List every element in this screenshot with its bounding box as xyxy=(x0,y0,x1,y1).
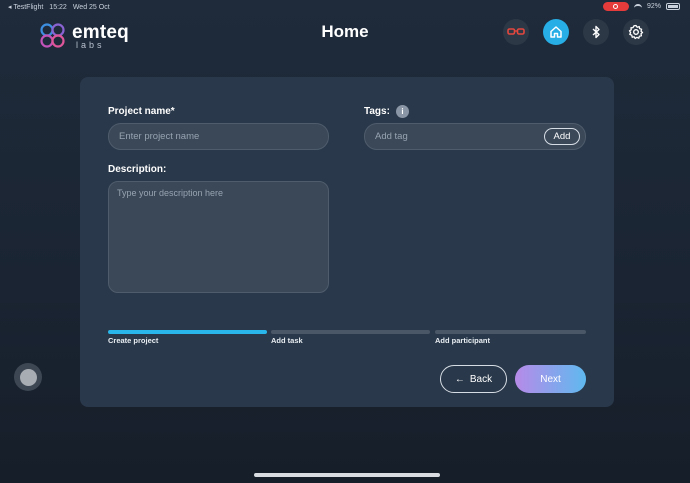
project-name-label: Project name* xyxy=(108,106,175,117)
step-bar-add-task xyxy=(271,330,430,334)
status-right: 92% xyxy=(602,2,680,11)
home-button[interactable] xyxy=(543,19,569,45)
status-left: ◂ TestFlight 15:22 Wed 25 Oct xyxy=(8,3,110,12)
step-bar-add-participant xyxy=(435,330,586,334)
gear-icon xyxy=(628,24,644,40)
tags-label: Tags: xyxy=(364,106,390,117)
status-date: Wed 25 Oct xyxy=(72,3,110,11)
home-indicator[interactable] xyxy=(254,473,440,477)
back-button-label: Back xyxy=(469,373,493,385)
bluetooth-icon xyxy=(592,25,600,39)
back-button[interactable]: ← Back xyxy=(440,365,507,393)
bluetooth-button[interactable] xyxy=(583,19,609,45)
next-button-label: Next xyxy=(540,373,561,385)
status-bar: ◂ TestFlight 15:22 Wed 25 Oct 92% xyxy=(0,0,690,14)
project-name-input[interactable] xyxy=(108,123,329,150)
add-tag-button[interactable]: Add xyxy=(544,128,580,145)
screen-recording-icon[interactable] xyxy=(602,2,629,11)
header-icon-bar xyxy=(503,19,649,45)
new-project-card: Project name* Tags: i Add Description: C… xyxy=(80,77,614,407)
home-icon xyxy=(550,26,562,38)
assistive-touch-button[interactable] xyxy=(14,363,42,391)
glasses-button[interactable] xyxy=(503,19,529,45)
step-label-add-participant: Add participant xyxy=(435,336,491,345)
step-label-create-project: Create project xyxy=(108,336,159,345)
battery-percent: 92% xyxy=(646,3,661,10)
next-button[interactable]: Next xyxy=(515,365,586,393)
battery-icon xyxy=(666,3,680,10)
description-textarea[interactable] xyxy=(108,181,329,293)
back-to-app-link[interactable]: ◂ TestFlight xyxy=(8,3,43,11)
wifi-icon xyxy=(633,3,642,10)
settings-button[interactable] xyxy=(623,19,649,45)
step-label-add-task: Add task xyxy=(271,336,303,345)
status-time: 15:22 xyxy=(49,3,67,11)
glasses-icon xyxy=(507,28,525,35)
arrow-left-icon: ← xyxy=(454,373,465,385)
step-bar-create-project xyxy=(108,330,267,334)
info-icon[interactable]: i xyxy=(396,105,409,118)
description-label: Description: xyxy=(108,164,167,175)
